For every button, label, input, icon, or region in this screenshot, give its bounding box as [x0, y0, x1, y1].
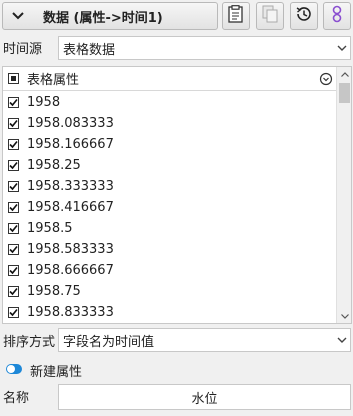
- time-source-value: 表格数据: [63, 42, 116, 58]
- time-source-select[interactable]: 表格数据: [58, 36, 351, 60]
- item-label: 1958.833333: [27, 305, 114, 320]
- panel-title: 数据 (属性->时间1): [43, 10, 163, 26]
- new-attribute-toggle[interactable]: [6, 364, 22, 374]
- item-checkbox[interactable]: [8, 223, 19, 234]
- link-button[interactable]: [323, 2, 351, 30]
- attribute-items: 1958 1958.083333 1958.166667 1958.25 1958.33…: [3, 92, 337, 323]
- item-label: 1958.416667: [27, 200, 114, 215]
- attribute-list: 表格属性 1958 1958.083333 1958.166667 1958.25 19…: [2, 66, 352, 324]
- list-item[interactable]: 1958.25: [3, 155, 337, 176]
- chevron-down-icon: [3, 12, 33, 20]
- scroll-down-icon[interactable]: [337, 309, 351, 323]
- options-icon[interactable]: [319, 72, 333, 86]
- chevron-down-icon: [334, 337, 350, 343]
- item-label: 1958.25: [27, 158, 81, 173]
- paste-button[interactable]: [222, 2, 250, 30]
- item-checkbox[interactable]: [8, 286, 19, 297]
- item-checkbox[interactable]: [8, 244, 19, 255]
- item-checkbox[interactable]: [8, 265, 19, 276]
- attribute-list-header: 表格属性: [3, 67, 337, 91]
- history-icon: [295, 5, 313, 27]
- sort-select[interactable]: 字段名为时间值: [58, 328, 351, 352]
- item-checkbox[interactable]: [8, 181, 19, 192]
- sort-value: 字段名为时间值: [63, 334, 155, 350]
- list-item[interactable]: 1958.333333: [3, 176, 337, 197]
- name-input[interactable]: 水位: [58, 384, 351, 410]
- name-label: 名称: [3, 391, 30, 406]
- item-checkbox[interactable]: [8, 202, 19, 213]
- header: 数据 (属性->时间1): [0, 0, 353, 34]
- item-checkbox[interactable]: [8, 118, 19, 129]
- item-label: 1958.083333: [27, 116, 114, 131]
- list-item[interactable]: 1958: [3, 92, 337, 113]
- item-label: 1958: [27, 95, 61, 110]
- item-label: 1958.166667: [27, 137, 114, 152]
- chevron-down-icon: [334, 45, 350, 51]
- paste-icon: [228, 5, 244, 27]
- copy-button[interactable]: [256, 2, 284, 30]
- item-label: 1958.333333: [27, 179, 114, 194]
- list-item[interactable]: 1958.083333: [3, 113, 337, 134]
- scrollbar-thumb[interactable]: [339, 83, 350, 103]
- attribute-list-header-label: 表格属性: [27, 73, 80, 88]
- item-label: 1958.583333: [27, 242, 114, 257]
- item-checkbox[interactable]: [8, 97, 19, 108]
- item-checkbox[interactable]: [8, 139, 19, 150]
- list-item[interactable]: 1958.5: [3, 218, 337, 239]
- item-label: 1958.666667: [27, 263, 114, 278]
- history-button[interactable]: [290, 2, 318, 30]
- vertical-scrollbar[interactable]: [336, 67, 351, 323]
- item-checkbox[interactable]: [8, 307, 19, 318]
- list-item[interactable]: 1958.75: [3, 281, 337, 302]
- new-attribute-label: 新建属性: [30, 365, 83, 380]
- list-item[interactable]: 1958.416667: [3, 197, 337, 218]
- list-item[interactable]: 1958.583333: [3, 239, 337, 260]
- select-all-checkbox[interactable]: [8, 73, 19, 84]
- list-item[interactable]: 1958.833333: [3, 302, 337, 323]
- panel-title-button[interactable]: 数据 (属性->时间1): [2, 2, 218, 30]
- copy-icon: [262, 5, 278, 27]
- scroll-up-icon[interactable]: [337, 67, 351, 81]
- item-checkbox[interactable]: [8, 160, 19, 171]
- sort-label: 排序方式: [3, 335, 56, 350]
- list-item[interactable]: 1958.666667: [3, 260, 337, 281]
- item-label: 1958.5: [27, 221, 73, 236]
- time-source-label: 时间源: [3, 42, 43, 57]
- link-icon: [330, 5, 344, 27]
- list-item[interactable]: 1958.166667: [3, 134, 337, 155]
- item-label: 1958.75: [27, 284, 81, 299]
